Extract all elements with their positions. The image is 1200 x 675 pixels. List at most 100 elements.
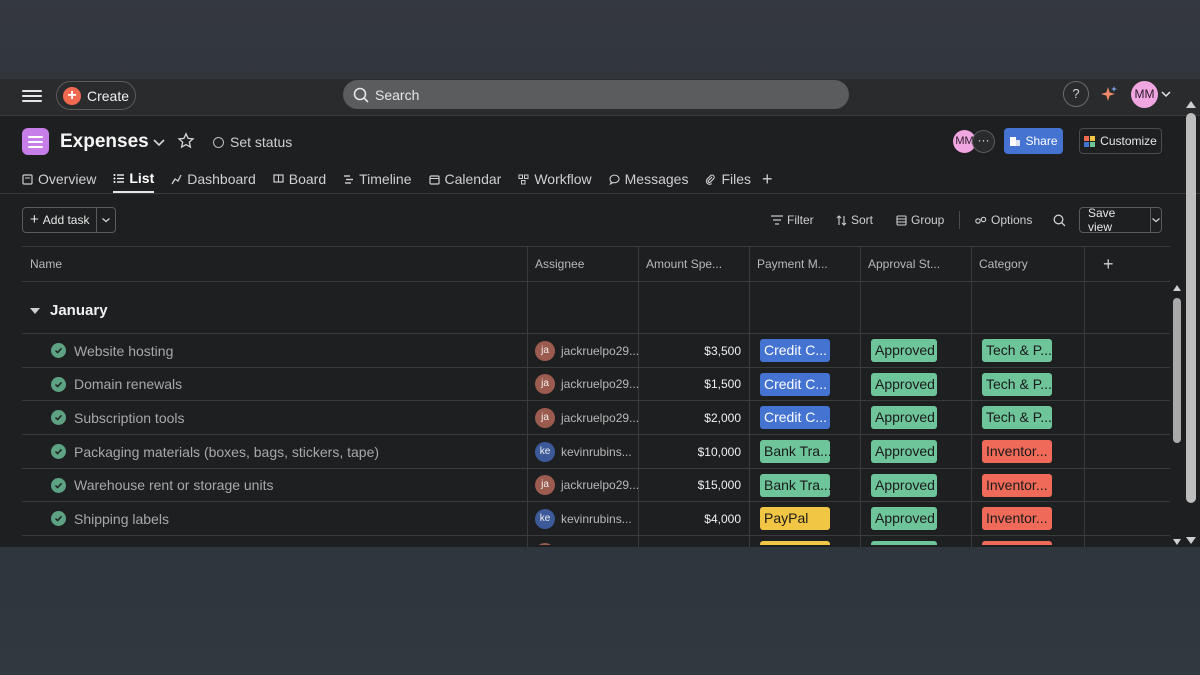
- tab-calendar[interactable]: Calendar: [428, 165, 501, 193]
- column-header-assignee[interactable]: Assignee: [527, 247, 638, 282]
- search-tasks-button[interactable]: [1053, 214, 1066, 227]
- create-button[interactable]: + Create: [56, 81, 136, 110]
- category-cell[interactable]: Inventor...: [971, 435, 1082, 468]
- task-name[interactable]: Website hosting: [74, 343, 173, 359]
- section-header[interactable]: January: [30, 302, 108, 319]
- complete-check-icon[interactable]: [51, 511, 66, 527]
- payment-cell[interactable]: Credit C...: [749, 401, 860, 434]
- table-scrollbar[interactable]: [1172, 284, 1182, 547]
- amount-cell[interactable]: $10,000: [638, 435, 749, 468]
- category-cell[interactable]: Tech & P...: [971, 401, 1082, 434]
- ai-sparkle-icon[interactable]: [1100, 85, 1118, 103]
- table-row[interactable]: Warehouse rent or storage units ja jackr…: [22, 467, 1170, 502]
- filter-button[interactable]: Filter: [771, 213, 814, 227]
- payment-cell[interactable]: Credit C...: [749, 334, 860, 367]
- assignee-cell[interactable]: ja jackruelpo29...: [527, 368, 638, 401]
- task-name-cell[interactable]: Domain renewals: [22, 368, 527, 401]
- column-header-name[interactable]: Name: [22, 247, 527, 282]
- approval-cell[interactable]: Approved: [860, 435, 971, 468]
- save-view-button[interactable]: Save view: [1079, 206, 1162, 234]
- task-name-cell[interactable]: Warehouse rent or storage units: [22, 469, 527, 502]
- table-row[interactable]: Website hosting ja jackruelpo29... $3,50…: [22, 333, 1170, 367]
- hamburger-menu-icon[interactable]: [22, 87, 42, 107]
- tab-files[interactable]: Files: [705, 165, 751, 193]
- table-row[interactable]: Subscription tools ja jackruelpo29... $2…: [22, 400, 1170, 434]
- more-members-button[interactable]: ···: [972, 130, 995, 153]
- assignee-cell[interactable]: [527, 536, 638, 546]
- customize-button[interactable]: Customize: [1079, 128, 1162, 154]
- complete-check-icon[interactable]: [51, 343, 66, 358]
- tab-dashboard[interactable]: Dashboard: [171, 165, 256, 193]
- add-task-main[interactable]: + Add task: [23, 208, 98, 232]
- column-header-approval[interactable]: Approval St...: [860, 247, 971, 282]
- tab-timeline[interactable]: Timeline: [343, 165, 412, 193]
- add-tab-button[interactable]: +: [762, 165, 773, 193]
- help-button[interactable]: ?: [1063, 81, 1089, 107]
- options-button[interactable]: Options: [975, 213, 1032, 227]
- user-avatar[interactable]: MM: [1131, 81, 1158, 108]
- task-name-cell[interactable]: Subscription tools: [22, 401, 527, 434]
- column-header-payment[interactable]: Payment M...: [749, 247, 860, 282]
- category-cell[interactable]: Tech & P...: [971, 334, 1082, 367]
- approval-cell[interactable]: Approved: [860, 401, 971, 434]
- column-header-category[interactable]: Category: [971, 247, 1082, 282]
- approval-cell[interactable]: Approved: [860, 502, 971, 535]
- approval-cell[interactable]: Approved: [860, 469, 971, 502]
- sort-button[interactable]: Sort: [836, 213, 873, 227]
- category-cell[interactable]: Inventor...: [971, 469, 1082, 502]
- task-name[interactable]: Shipping labels: [74, 511, 169, 527]
- complete-check-icon[interactable]: [51, 444, 66, 460]
- assignee-cell[interactable]: ja jackruelpo29...: [527, 469, 638, 502]
- task-name-cell[interactable]: Packaging materials (boxes, bags, sticke…: [22, 435, 527, 468]
- task-name[interactable]: Subscription tools: [74, 410, 185, 426]
- task-name[interactable]: Packaging materials (boxes, bags, sticke…: [74, 444, 379, 460]
- task-name[interactable]: Domain renewals: [74, 376, 182, 392]
- group-button[interactable]: Group: [896, 213, 944, 227]
- approval-cell[interactable]: [860, 536, 971, 546]
- payment-cell[interactable]: Credit C...: [749, 368, 860, 401]
- amount-cell[interactable]: $1,500: [638, 368, 749, 401]
- task-name-cell[interactable]: Shipping labels: [22, 502, 527, 535]
- chevron-down-icon[interactable]: [1161, 89, 1171, 99]
- add-task-button[interactable]: + Add task: [22, 207, 116, 233]
- assignee-cell[interactable]: ke kevinrubins...: [527, 502, 638, 535]
- save-view-dropdown[interactable]: [1151, 215, 1161, 225]
- chevron-down-icon[interactable]: [152, 136, 166, 150]
- assignee-cell[interactable]: ke kevinrubins...: [527, 435, 638, 468]
- task-name-cell[interactable]: [22, 536, 527, 545]
- add-task-dropdown[interactable]: [97, 215, 115, 225]
- set-status-button[interactable]: Set status: [213, 134, 292, 150]
- caret-down-icon[interactable]: [30, 307, 40, 314]
- save-view-label[interactable]: Save view: [1080, 206, 1151, 234]
- approval-cell[interactable]: Approved: [860, 334, 971, 367]
- tab-messages[interactable]: Messages: [609, 165, 688, 193]
- tab-workflow[interactable]: Workflow: [518, 165, 592, 193]
- category-cell[interactable]: [971, 536, 1082, 546]
- payment-cell[interactable]: Bank Tra...: [749, 435, 860, 468]
- category-cell[interactable]: Inventor...: [971, 502, 1082, 535]
- payment-cell[interactable]: [749, 536, 860, 546]
- amount-cell[interactable]: $4,000: [638, 502, 749, 535]
- task-name-cell[interactable]: Website hosting: [22, 334, 527, 367]
- tab-board[interactable]: Board: [273, 165, 326, 193]
- complete-check-icon[interactable]: [51, 376, 66, 392]
- tab-list[interactable]: List: [113, 165, 155, 193]
- page-title[interactable]: Expenses: [60, 131, 149, 153]
- task-name[interactable]: Warehouse rent or storage units: [74, 477, 273, 493]
- complete-check-icon[interactable]: [51, 410, 66, 426]
- column-header-amount[interactable]: Amount Spe...: [638, 247, 749, 282]
- table-row[interactable]: [22, 535, 1170, 546]
- amount-cell[interactable]: $15,000: [638, 469, 749, 502]
- tab-overview[interactable]: Overview: [22, 165, 96, 193]
- star-icon[interactable]: [177, 132, 195, 150]
- payment-cell[interactable]: PayPal: [749, 502, 860, 535]
- assignee-cell[interactable]: ja jackruelpo29...: [527, 334, 638, 367]
- complete-check-icon[interactable]: [51, 477, 66, 493]
- category-cell[interactable]: Tech & P...: [971, 368, 1082, 401]
- amount-cell[interactable]: $2,000: [638, 401, 749, 434]
- share-button[interactable]: Share: [1004, 128, 1063, 154]
- table-row[interactable]: Packaging materials (boxes, bags, sticke…: [22, 434, 1170, 468]
- amount-cell[interactable]: [638, 536, 749, 545]
- payment-cell[interactable]: Bank Tra...: [749, 469, 860, 502]
- table-row[interactable]: Shipping labels ke kevinrubins... $4,000…: [22, 501, 1170, 535]
